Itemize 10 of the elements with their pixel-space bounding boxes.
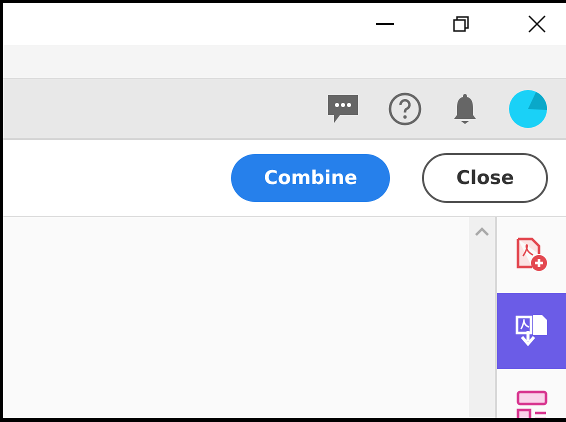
tool-rail-item[interactable]: [497, 293, 566, 369]
combine-button[interactable]: Combine: [230, 154, 390, 202]
pdf-add-icon: [514, 237, 548, 273]
help-icon[interactable]: [388, 92, 422, 126]
close-icon: [528, 15, 546, 33]
restore-icon: [453, 16, 469, 32]
close-button[interactable]: Close: [422, 153, 548, 203]
minimize-icon: [376, 23, 394, 25]
scrollbar[interactable]: [469, 217, 497, 418]
pdf-export-icon: [514, 313, 548, 349]
